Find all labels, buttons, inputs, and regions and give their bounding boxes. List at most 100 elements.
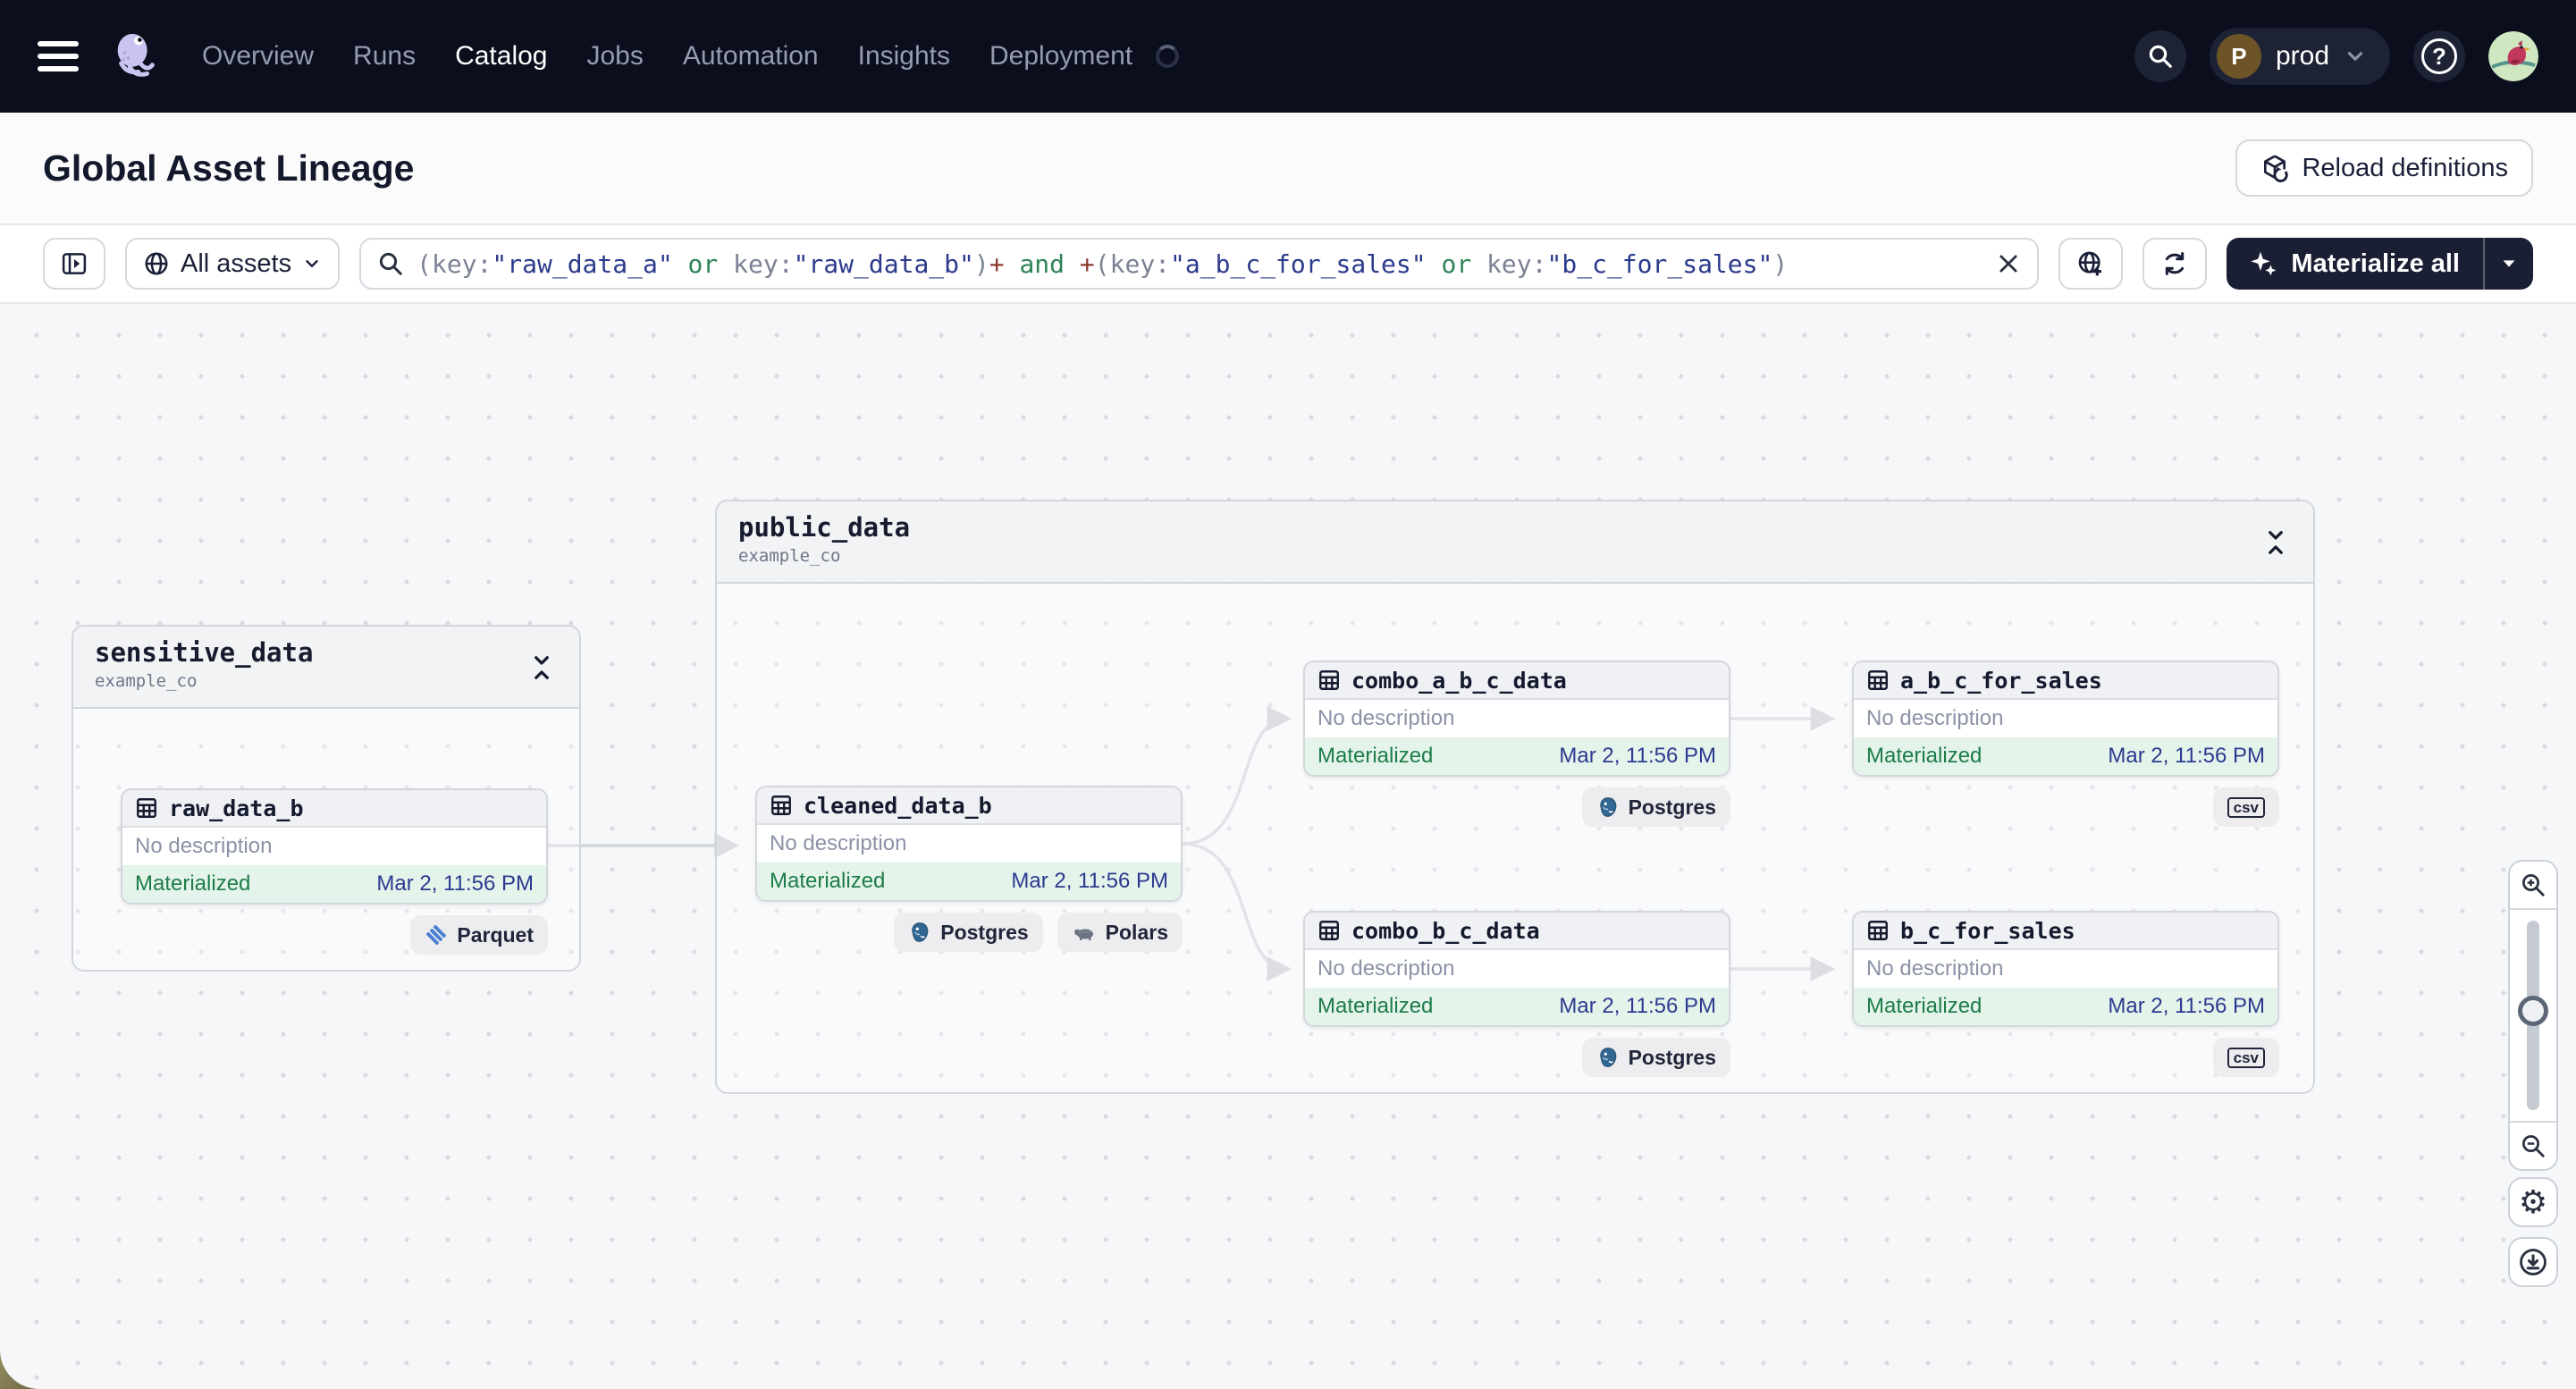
status-label: Materialized [1866,994,1983,1018]
asset-description: No description [770,831,907,855]
nav-item-insights[interactable]: Insights [858,41,950,72]
deployment-name: prod [2275,41,2329,71]
asset-name: combo_b_c_data [1351,917,1540,944]
asset-description: No description [1317,956,1455,981]
nav-right: P prod ? [2134,28,2538,85]
search-button[interactable] [2134,30,2186,82]
lineage-toolbar: All assets (key:"raw_data_a" or key:"raw… [0,225,2576,304]
zoom-slider-thumb[interactable] [2518,996,2548,1026]
chevron-down-icon [2347,52,2363,61]
asset-badges: Parquet [121,915,548,955]
cardinal-avatar-icon [2488,31,2538,81]
status-label: Materialized [1317,744,1434,768]
download-graph-button[interactable] [2508,1237,2558,1287]
asset-badges: csv [1852,1038,2279,1077]
csv-icon: csv [2227,796,2265,818]
user-avatar[interactable] [2488,31,2538,81]
status-timestamp[interactable]: Mar 2, 11:56 PM [1011,869,1168,894]
asset-description: No description [1866,956,2004,981]
asset-name: a_b_c_for_sales [1900,667,2102,694]
refresh-button[interactable] [2142,238,2208,290]
asset-node-raw-data-b[interactable]: raw_data_b No description Materialized M… [121,788,548,905]
asset-selection-query: (key:"raw_data_a" or key:"raw_data_b")+ … [417,248,1789,279]
nav-item-jobs[interactable]: Jobs [586,41,643,72]
loading-spinner-icon [1156,45,1180,68]
postgres-icon [912,922,929,942]
asset-node-b-c-for-sales[interactable]: b_c_for_sales No description Materialize… [1852,911,2279,1027]
collapse-group-button[interactable] [524,650,560,686]
group-title: sensitive_data [95,637,314,668]
asset-node-header: cleaned_data_b [757,787,1181,825]
group-header: sensitive_data example_co [73,627,579,709]
materialize-options-button[interactable] [2485,238,2533,290]
polars-icon [1073,929,1093,940]
asset-badges: Postgres Polars [755,913,1183,952]
asset-search-input[interactable]: (key:"raw_data_a" or key:"raw_data_b")+ … [359,238,2040,290]
asset-badges: csv [1852,787,2279,827]
reload-definitions-icon [2264,155,2289,182]
help-icon: ? [2421,38,2457,74]
zoom-out-button[interactable] [2510,1121,2556,1169]
table-icon [1868,921,1888,940]
asset-status-bar: Materialized Mar 2, 11:56 PM [1305,737,1729,775]
kind-badge-postgres: Postgres [1581,1038,1730,1077]
reload-definitions-button[interactable]: Reload definitions [2235,139,2533,197]
table-icon [137,798,156,818]
table-icon [1319,921,1339,940]
view-graph-as-groups-button[interactable] [2058,238,2124,290]
group-header: public_data example_co [717,501,2313,584]
asset-node-combo-b-c-data[interactable]: combo_b_c_data No description Materializ… [1303,911,1730,1027]
dagster-logo[interactable] [109,29,164,84]
group-subtitle: example_co [95,671,198,691]
download-icon [2520,1249,2547,1275]
nav-item-automation[interactable]: Automation [683,41,819,72]
asset-status-bar: Materialized Mar 2, 11:56 PM [1854,737,2277,775]
help-button[interactable]: ? [2413,30,2465,82]
status-timestamp[interactable]: Mar 2, 11:56 PM [2108,744,2265,769]
search-icon [2149,45,2172,68]
nav-item-deployment[interactable]: Deployment [989,41,1132,72]
status-timestamp[interactable]: Mar 2, 11:56 PM [2108,994,2265,1019]
asset-node-cleaned-data-b[interactable]: cleaned_data_b No description Materializ… [755,786,1183,902]
clear-icon[interactable] [1996,251,2021,276]
menu-icon[interactable] [38,41,79,72]
table-icon [771,796,791,815]
page-header: Global Asset Lineage Reload definitions [0,113,2576,225]
kind-badge-parquet: Parquet [410,915,548,955]
reload-definitions-label: Reload definitions [2302,153,2508,182]
csv-icon: csv [2227,1047,2265,1068]
panel-toggle-button[interactable] [43,238,105,290]
graph-settings-button[interactable]: ⚙ [2508,1177,2558,1227]
caret-down-icon [2503,260,2515,267]
collapse-group-button[interactable] [2258,525,2294,560]
nav-item-runs[interactable]: Runs [353,41,416,72]
materialize-all-button[interactable]: Materialize all [2227,238,2533,290]
zoom-in-button[interactable] [2510,862,2556,910]
asset-node-header: combo_a_b_c_data [1305,662,1729,700]
nav-item-catalog[interactable]: Catalog [455,41,547,72]
panel-toggle-icon [62,253,87,274]
kind-badge-postgres: Postgres [1581,787,1730,827]
nav-item-overview[interactable]: Overview [202,41,314,72]
gear-icon: ⚙ [2518,1183,2548,1220]
asset-node-a-b-c-for-sales[interactable]: a_b_c_for_sales No description Materiali… [1852,661,2279,777]
zoom-control [2508,860,2558,1171]
status-timestamp[interactable]: Mar 2, 11:56 PM [1559,994,1716,1019]
collapse-vertical-icon [2269,531,2283,554]
search-icon [379,252,402,275]
zoom-slider[interactable] [2510,910,2556,1121]
status-timestamp[interactable]: Mar 2, 11:56 PM [376,871,534,897]
kind-badge-csv: csv [2212,787,2279,827]
zoom-in-icon [2522,874,2545,897]
asset-badges: Postgres [1303,787,1730,827]
asset-description: No description [135,834,273,858]
asset-node-header: a_b_c_for_sales [1854,662,2277,700]
deployment-switcher[interactable]: P prod [2209,28,2390,85]
lineage-graph-canvas[interactable]: sensitive_data example_co public_data ex… [0,304,2576,1389]
asset-node-combo-a-b-c-data[interactable]: combo_a_b_c_data No description Material… [1303,661,1730,777]
parquet-icon [426,924,447,946]
refresh-icon [2166,252,2185,275]
asset-name: b_c_for_sales [1900,917,2075,944]
status-timestamp[interactable]: Mar 2, 11:56 PM [1559,744,1716,769]
asset-scope-dropdown[interactable]: All assets [125,238,341,290]
